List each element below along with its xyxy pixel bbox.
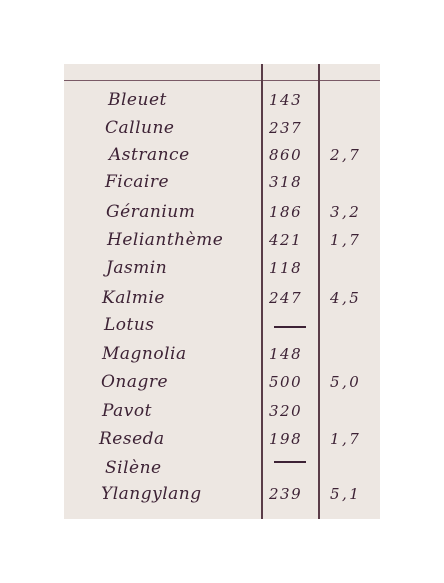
decimal-value: 3,2	[330, 203, 362, 221]
decimal-value	[330, 455, 374, 481]
table-row: Callune 237	[64, 115, 380, 141]
flower-name: Astrance	[109, 145, 190, 165]
decimal-value	[330, 398, 374, 424]
count-value: 318	[269, 173, 303, 191]
decimal-value	[330, 169, 374, 195]
flower-name: Lotus	[104, 315, 155, 335]
flower-name: Reseda	[99, 429, 165, 449]
decimal-value	[330, 115, 374, 141]
flower-name: Jasmin	[106, 258, 168, 278]
flower-name: Onagre	[101, 372, 169, 392]
table-row: Bleuet 143	[64, 87, 380, 113]
table-row: Ylangylang 239 5,1	[64, 481, 380, 507]
table-row: Jasmin 118	[64, 255, 380, 281]
count-value: 143	[269, 91, 303, 109]
count-value: 860	[269, 146, 303, 164]
flower-name: Pavot	[102, 401, 152, 421]
count-value: 239	[269, 485, 303, 503]
table-row: Ficaire 318	[64, 169, 380, 195]
table-row: Silène	[64, 455, 380, 481]
decimal-value: 5,0	[330, 373, 362, 391]
decimal-value	[330, 255, 374, 281]
count-value: 500	[269, 373, 303, 391]
count-value: 198	[269, 430, 303, 448]
decimal-value	[330, 312, 374, 338]
decimal-value	[330, 87, 374, 113]
decimal-value: 1,7	[330, 231, 362, 249]
flower-name: Géranium	[106, 202, 196, 222]
decimal-value: 1,7	[330, 430, 362, 448]
count-value: 148	[269, 345, 303, 363]
table-top-rule	[64, 80, 380, 81]
table-row: Reseda 198 1,7	[64, 426, 380, 452]
decimal-value: 4,5	[330, 289, 362, 307]
decimal-value: 2,7	[330, 146, 362, 164]
table-row: Géranium 186 3,2	[64, 199, 380, 225]
table-row: Kalmie 247 4,5	[64, 285, 380, 311]
table-row: Magnolia 148	[64, 341, 380, 367]
empty-value-dash	[274, 461, 306, 463]
flower-name: Ficaire	[105, 172, 170, 192]
decimal-value	[330, 341, 374, 367]
count-value: 247	[269, 289, 303, 307]
flower-name: Helianthème	[107, 230, 224, 250]
table-row: Helianthème 421 1,7	[64, 227, 380, 253]
flower-name: Silène	[105, 458, 162, 478]
count-value: 421	[269, 231, 303, 249]
table-row: Pavot 320	[64, 398, 380, 424]
flower-name: Callune	[105, 118, 175, 138]
handwritten-table-sheet: Bleuet 143 Callune 237 Astrance 860 2,7 …	[64, 64, 380, 519]
flower-name: Magnolia	[102, 344, 187, 364]
table-row: Lotus	[64, 312, 380, 338]
flower-name: Ylangylang	[101, 484, 202, 504]
count-value: 237	[269, 119, 303, 137]
count-value: 118	[269, 259, 303, 277]
empty-value-dash	[274, 326, 306, 328]
table-row: Astrance 860 2,7	[64, 142, 380, 168]
count-value: 320	[269, 402, 303, 420]
decimal-value: 5,1	[330, 485, 362, 503]
count-value: 186	[269, 203, 303, 221]
flower-name: Kalmie	[102, 288, 165, 308]
table-row: Onagre 500 5,0	[64, 369, 380, 395]
flower-name: Bleuet	[108, 90, 167, 110]
